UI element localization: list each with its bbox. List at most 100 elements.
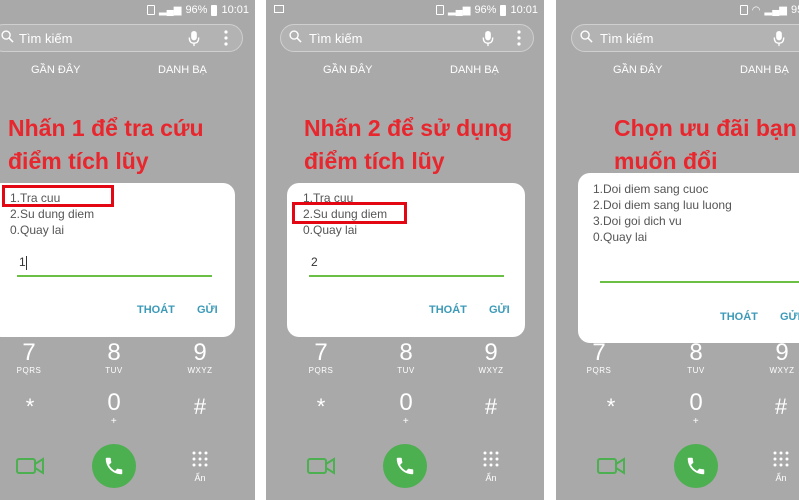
instruction-text: Nhấn 2 để sử dụng điểm tích lũy (304, 112, 512, 178)
key-8[interactable]: 8 TUV (94, 340, 134, 376)
status-bar: ▂▄▆ 96% 10:01 (0, 0, 255, 20)
instruction-line-1: Nhấn 1 để tra cứu (8, 115, 204, 141)
tab-recent[interactable]: GẦN ĐÂY (323, 64, 373, 76)
ussd-input[interactable]: 2 (309, 255, 504, 277)
mic-icon[interactable] (772, 30, 786, 47)
cancel-button[interactable]: THOÁT (137, 304, 175, 316)
key-7[interactable]: 7 PQRS (9, 340, 49, 376)
call-button[interactable] (92, 444, 136, 488)
call-button[interactable] (383, 444, 427, 488)
key-9[interactable]: 9 WXYZ (762, 340, 799, 376)
sim-icon (146, 5, 155, 15)
dialpad-label: Ẩn (775, 473, 787, 483)
key-0[interactable]: 0 + (386, 390, 426, 428)
key-9[interactable]: 9 WXYZ (180, 340, 220, 376)
status-bar: ▂▄▆ 96% 10:01 (266, 0, 544, 20)
tab-contacts[interactable]: DANH BẠ (740, 64, 789, 76)
instruction-line-1: Chọn ưu đãi bạn (614, 115, 797, 141)
image-notification-icon (274, 5, 284, 13)
cancel-button[interactable]: THOÁT (720, 311, 758, 323)
battery-percent: 96% (185, 4, 208, 16)
instruction-line-2: điểm tích lũy (304, 148, 445, 174)
sim-icon (435, 5, 444, 15)
key-star[interactable]: * (306, 394, 336, 420)
search-icon (580, 30, 593, 43)
search-icon (289, 30, 302, 43)
key-7[interactable]: 7 PQRS (301, 340, 341, 376)
instruction-text: Chọn ưu đãi bạn muốn đổi (614, 112, 797, 178)
text-cursor (25, 255, 27, 270)
key-hash[interactable]: # (766, 394, 796, 420)
ussd-dialog: 1.Doi diem sang cuoc 2.Doi diem sang luu… (578, 173, 799, 343)
send-button[interactable]: GỬI (489, 304, 510, 316)
video-call-icon[interactable] (597, 456, 625, 476)
phone-screen-1: ▂▄▆ 96% 10:01 Tìm kiếm GẦN ĐÂY DANH BẠ N… (0, 0, 255, 500)
wifi-icon: ◠ (751, 4, 761, 16)
dialpad-icon (192, 451, 208, 467)
menu-option-3: 3.Doi goi dich vu (593, 214, 682, 228)
key-9[interactable]: 9 WXYZ (471, 340, 511, 376)
ussd-input[interactable]: 1 (17, 255, 212, 277)
menu-option-2: 2.Doi diem sang luu luong (593, 198, 732, 212)
dialpad-label: Ẩn (194, 473, 206, 483)
signal-icon: ▂▄▆ (764, 4, 787, 16)
cancel-button[interactable]: THOÁT (429, 304, 467, 316)
phone-screen-3: ◠ ▂▄▆ 95% Tìm kiếm GẦN ĐÂY DANH BẠ Chọn … (556, 0, 799, 500)
sim-icon (739, 5, 748, 15)
ussd-input-value: 2 (311, 255, 318, 269)
search-input[interactable]: Tìm kiếm (600, 31, 653, 46)
tab-recent[interactable]: GẦN ĐÂY (613, 64, 663, 76)
video-call-icon[interactable] (307, 456, 335, 476)
mic-icon[interactable] (187, 30, 201, 47)
phone-icon (687, 457, 705, 475)
instruction-line-2: điểm tích lũy (8, 148, 149, 174)
key-8[interactable]: 8 TUV (386, 340, 426, 376)
instruction-line-1: Nhấn 2 để sử dụng (304, 115, 513, 141)
clock: 10:01 (221, 4, 249, 16)
key-star[interactable]: * (15, 394, 45, 420)
dialpad-icon (773, 451, 789, 467)
dialpad-label: Ẩn (485, 473, 497, 483)
tab-recent[interactable]: GẦN ĐÂY (31, 64, 81, 76)
dialpad-toggle[interactable]: Ẩn (769, 450, 793, 483)
search-bar[interactable]: Tìm kiếm (280, 24, 534, 52)
video-call-icon[interactable] (16, 456, 44, 476)
instruction-text: Nhấn 1 để tra cứu điểm tích lũy (8, 112, 204, 178)
dialpad-toggle[interactable]: Ẩn (479, 450, 503, 483)
send-button[interactable]: GỬI (197, 304, 218, 316)
battery-icon (211, 4, 218, 16)
signal-icon: ▂▄▆ (447, 4, 471, 16)
status-bar: ◠ ▂▄▆ 95% (556, 0, 799, 20)
mic-icon[interactable] (481, 30, 495, 47)
menu-option-3: 0.Quay lai (10, 223, 65, 237)
menu-option-4: 0.Quay lai (593, 230, 648, 244)
search-bar[interactable]: Tìm kiếm (0, 24, 243, 52)
search-input[interactable]: Tìm kiếm (309, 31, 362, 46)
key-star[interactable]: * (596, 394, 626, 420)
menu-option-3: 0.Quay lai (303, 223, 358, 237)
more-options-icon[interactable] (224, 30, 228, 46)
key-hash[interactable]: # (185, 394, 215, 420)
battery-icon (500, 4, 507, 16)
tab-contacts[interactable]: DANH BẠ (158, 64, 207, 76)
key-0[interactable]: 0 + (94, 390, 134, 428)
key-8[interactable]: 8 TUV (676, 340, 716, 376)
key-hash[interactable]: # (476, 394, 506, 420)
search-input[interactable]: Tìm kiếm (19, 31, 72, 46)
tab-contacts[interactable]: DANH BẠ (450, 64, 499, 76)
battery-percent: 95% (790, 4, 799, 16)
phone-screen-2: ▂▄▆ 96% 10:01 Tìm kiếm GẦN ĐÂY DANH BẠ N… (266, 0, 544, 500)
ussd-input[interactable] (600, 261, 799, 283)
highlight-box (292, 202, 407, 224)
signal-icon: ▂▄▆ (158, 4, 182, 16)
ussd-input-value: 1 (19, 255, 26, 269)
search-bar[interactable]: Tìm kiếm (571, 24, 799, 52)
key-0[interactable]: 0 + (676, 390, 716, 428)
key-7[interactable]: 7 PQRS (579, 340, 619, 376)
battery-percent: 96% (474, 4, 497, 16)
dialpad-icon (483, 451, 499, 467)
more-options-icon[interactable] (517, 30, 521, 46)
dialpad-toggle[interactable]: Ẩn (188, 450, 212, 483)
send-button[interactable]: GỬI (780, 311, 799, 323)
call-button[interactable] (674, 444, 718, 488)
